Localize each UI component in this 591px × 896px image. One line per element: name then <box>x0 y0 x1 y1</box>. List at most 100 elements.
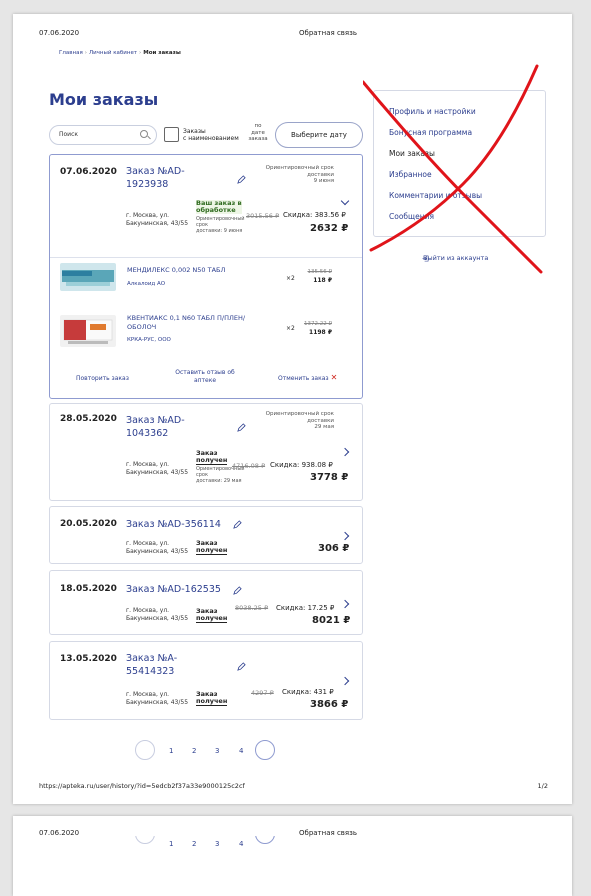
divider <box>50 257 362 258</box>
order-discount: Скидка: 383.56 ₽ <box>283 211 346 219</box>
status-eta: Ориентировочный срок доставки: 9 июня <box>196 216 245 234</box>
edit-pencil-icon[interactable] <box>233 520 242 529</box>
order-date: 18.05.2020 <box>60 584 117 594</box>
breadcrumb-home[interactable]: Главная <box>59 50 83 56</box>
order-old-price: 4716.08 ₽ <box>232 462 266 470</box>
repeat-order-button[interactable]: Повторить заказ <box>76 375 129 383</box>
product-maker: КРКА-РУС, ООО <box>127 337 171 343</box>
page-link[interactable]: 2 <box>192 747 196 755</box>
page-link[interactable]: 3 <box>215 840 219 848</box>
product-maker: Алкалоид АО <box>127 281 166 287</box>
breadcrumb-separator: › <box>84 50 87 56</box>
chevron-right-icon[interactable] <box>340 599 350 609</box>
print-page-number: 1/2 <box>537 782 548 790</box>
order-total: 2632 ₽ <box>310 223 349 234</box>
product-old-price: 135.56 ₽ <box>307 269 333 275</box>
order-discount: Скидка: 938.08 ₽ <box>270 461 333 469</box>
page-link[interactable]: 3 <box>215 747 219 755</box>
search-input[interactable] <box>59 131 139 138</box>
order-number[interactable]: Заказ №AD- 1043362 <box>126 414 236 440</box>
product-name[interactable]: МЕНДИЛЕКС 0,002 N50 ТАБЛ <box>127 266 277 275</box>
breadcrumb: Главная › Личный кабинет › Мои заказы <box>59 50 181 56</box>
order-date: 13.05.2020 <box>60 654 117 664</box>
product-price: 1198 ₽ <box>309 329 332 336</box>
order-date: 07.06.2020 <box>60 167 117 177</box>
product-old-price: 1372.22 ₽ <box>304 321 332 327</box>
breadcrumb-current: Мои заказы <box>143 50 181 56</box>
eta-label: Ориентировочный срок доставки 29 мая <box>265 411 334 430</box>
order-number[interactable]: Заказ №AD-356114 <box>126 518 246 531</box>
sort-by-date-label[interactable]: по дате заказа <box>245 123 271 143</box>
order-number[interactable]: Заказ №A- 55414323 <box>126 652 236 678</box>
leave-review-button[interactable]: Оставить отзыв об аптеке <box>170 369 240 384</box>
order-card[interactable]: 18.05.2020 Заказ №AD-162535 г. Москва, у… <box>49 570 363 635</box>
print-page-1: 07.06.2020 Обратная связь Главная › Личный… <box>13 14 572 804</box>
order-status: Ваш заказ в обработке <box>196 199 242 214</box>
order-old-price: 8038.25 ₽ <box>235 604 269 612</box>
page-link[interactable]: 2 <box>192 840 196 848</box>
order-number[interactable]: Заказ №AD-162535 <box>126 583 246 596</box>
page-title: Мои заказы <box>49 90 159 109</box>
prev-page-button[interactable] <box>135 740 155 760</box>
order-status: Заказ получен <box>196 607 228 623</box>
page-link[interactable]: 4 <box>239 747 243 755</box>
order-card[interactable]: 20.05.2020 Заказ №AD-356114 г. Москва, у… <box>49 506 363 564</box>
delivery-address: г. Москва, ул. Бакунинская, 43/55 <box>126 607 189 622</box>
edit-pencil-icon[interactable] <box>237 175 246 184</box>
print-url: https://apteka.ru/user/history/?id=5edcb… <box>39 782 245 790</box>
delivery-address: г. Москва, ул. Бакунинская, 43/55 <box>126 540 189 555</box>
product-quantity: ×2 <box>286 325 295 332</box>
red-cross-annotation <box>363 64 543 274</box>
print-date: 07.06.2020 <box>39 829 80 837</box>
next-page-button[interactable] <box>255 836 275 844</box>
order-status: Заказ получен <box>196 690 228 706</box>
order-total: 3778 ₽ <box>310 472 349 483</box>
breadcrumb-account[interactable]: Личный кабинет <box>89 50 137 56</box>
edit-pencil-icon[interactable] <box>237 423 246 432</box>
delivery-address: г. Москва, ул. Бакунинская, 43/55 <box>126 691 189 706</box>
order-total: 306 ₽ <box>318 543 350 554</box>
with-name-checkbox[interactable] <box>164 127 179 142</box>
delivery-address: г. Москва, ул. Бакунинская, 43/55 <box>126 212 189 227</box>
product-image <box>60 263 116 291</box>
order-card[interactable]: 13.05.2020 Заказ №A- 55414323 г. Москва,… <box>49 641 363 720</box>
search-box <box>49 125 157 145</box>
order-status: Заказ получен <box>196 449 228 465</box>
next-page-button[interactable] <box>255 740 275 760</box>
pagination: 1 2 3 4 <box>131 738 281 760</box>
cancel-order-button[interactable]: Отменить заказ ✕ <box>278 374 337 383</box>
print-title: Обратная связь <box>299 29 357 37</box>
eta-label: Ориентировочный срок доставки 9 июня <box>265 165 334 184</box>
page-link[interactable]: 1 <box>169 747 173 755</box>
with-name-checkbox-label: Заказы с наименованием <box>183 128 239 142</box>
order-discount: Скидка: 17.25 ₽ <box>276 604 335 612</box>
product-name[interactable]: КВЕНТИАКС 0,1 N60 ТАБЛ П/ПЛЕН/ ОБОЛОЧ <box>127 314 277 331</box>
delivery-address: г. Москва, ул. Бакунинская, 43/55 <box>126 461 189 476</box>
order-old-price: 3015.56 ₽ <box>246 212 280 220</box>
page-link[interactable]: 4 <box>239 840 243 848</box>
pagination: 1 2 3 4 <box>131 836 311 856</box>
print-page-2: 07.06.2020 Обратная связь 1 2 3 4 <box>13 816 572 896</box>
product-image <box>60 315 116 347</box>
order-card: 07.06.2020 Заказ №AD- 1923938 Ориентиров… <box>49 154 363 399</box>
close-icon: ✕ <box>330 373 338 382</box>
product-price: 118 ₽ <box>313 277 332 284</box>
edit-pencil-icon[interactable] <box>237 662 246 671</box>
breadcrumb-separator: › <box>139 50 142 56</box>
page-link[interactable]: 1 <box>169 840 173 848</box>
search-icon[interactable] <box>140 130 148 138</box>
edit-pencil-icon[interactable] <box>233 586 242 595</box>
print-date: 07.06.2020 <box>39 29 80 37</box>
prev-page-button[interactable] <box>135 836 155 844</box>
product-quantity: ×2 <box>286 275 295 282</box>
order-old-price: 4297 ₽ <box>251 689 274 697</box>
order-total: 3866 ₽ <box>310 699 349 710</box>
chevron-right-icon[interactable] <box>340 531 350 541</box>
select-date-button[interactable]: Выберите дату <box>275 122 363 148</box>
chevron-right-icon[interactable] <box>340 447 350 457</box>
chevron-right-icon[interactable] <box>340 676 350 686</box>
collapse-chevron-icon[interactable] <box>340 196 350 206</box>
order-number[interactable]: Заказ №AD- 1923938 <box>126 165 236 191</box>
order-status: Заказ получен <box>196 539 228 555</box>
order-card[interactable]: 28.05.2020 Заказ №AD- 1043362 Ориентиров… <box>49 403 363 501</box>
